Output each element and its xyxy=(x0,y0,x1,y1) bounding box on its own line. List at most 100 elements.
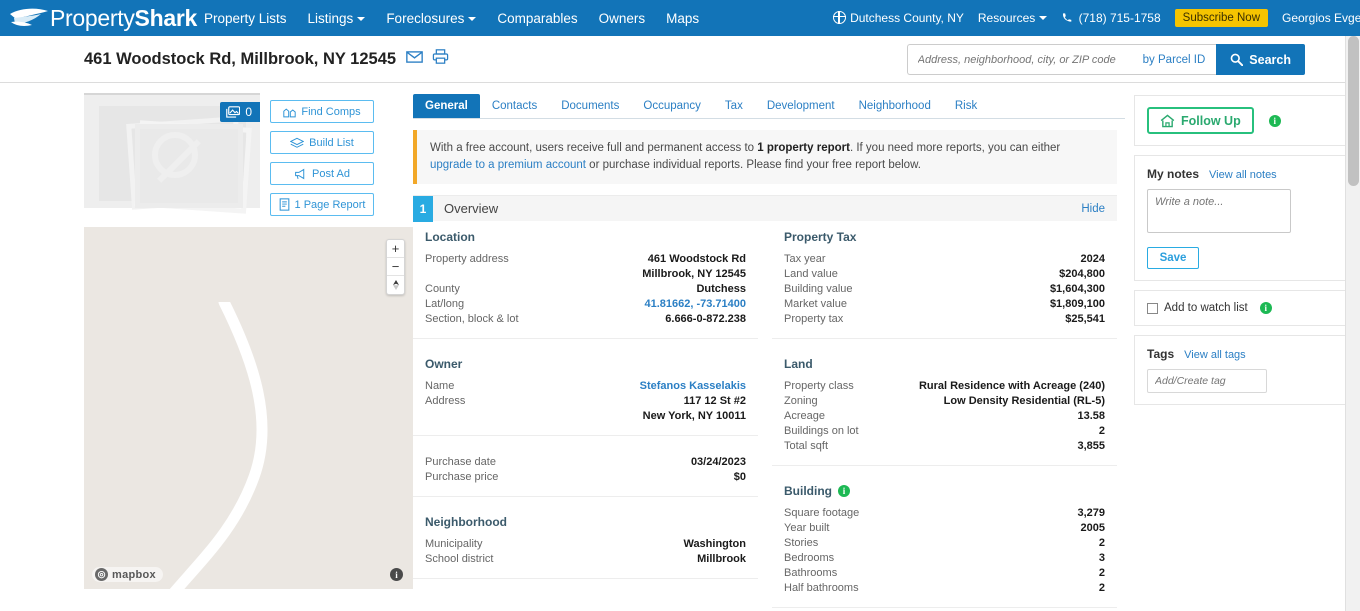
map-zoom-out-button[interactable]: − xyxy=(387,258,404,276)
property-map[interactable]: + − ◎ mapbox i xyxy=(84,227,413,589)
row-key: Acreage xyxy=(784,410,825,422)
table-row: Section, block & lot 6.666-0-872.238 xyxy=(425,312,746,327)
user-account-menu[interactable]: Georgios Evgenidi xyxy=(1282,11,1360,25)
land-title: Land xyxy=(784,357,813,371)
map-info-button[interactable]: i xyxy=(390,568,403,581)
row-value: Millbrook xyxy=(697,553,746,565)
nav-listings[interactable]: Listings xyxy=(308,11,366,26)
table-row: Municipality Washington xyxy=(425,537,746,552)
tab-general[interactable]: General xyxy=(413,94,480,118)
tab-risk[interactable]: Risk xyxy=(943,94,989,118)
follow-up-row: Follow Up i xyxy=(1147,107,1347,134)
photo-count-badge[interactable]: 0 xyxy=(220,102,260,122)
follow-up-panel: Follow Up i xyxy=(1134,95,1360,146)
row-value: $25,541 xyxy=(1065,313,1105,325)
build-list-button[interactable]: Build List xyxy=(270,131,374,154)
one-page-report-button[interactable]: 1 Page Report xyxy=(270,193,374,216)
note-input[interactable] xyxy=(1147,189,1291,233)
left-column: 0 Find Comps Build List Post Ad 1 Page R… xyxy=(0,83,413,589)
nav-maps[interactable]: Maps xyxy=(666,11,699,26)
shark-logo-icon xyxy=(8,5,50,31)
nav-owners[interactable]: Owners xyxy=(599,11,646,26)
table-row: Property class Rural Residence with Acre… xyxy=(784,379,1105,394)
neighborhood-panel: Neighborhood Municipality Washington Sch… xyxy=(413,506,758,579)
info-icon[interactable]: i xyxy=(838,485,850,497)
find-comps-button[interactable]: Find Comps xyxy=(270,100,374,123)
location-title: Location xyxy=(425,230,475,244)
watch-list-label: Add to watch list xyxy=(1164,302,1248,314)
address-bar: 461 Woodstock Rd, Millbrook, NY 12545 by… xyxy=(0,36,1360,83)
tag-input[interactable] xyxy=(1147,369,1267,393)
page-scrollbar[interactable] xyxy=(1345,36,1360,611)
nav-comparables[interactable]: Comparables xyxy=(497,11,577,26)
map-zoom-in-button[interactable]: + xyxy=(387,240,404,258)
row-key: Purchase price xyxy=(425,471,499,483)
row-key: Land value xyxy=(784,268,838,280)
table-row: Half bathrooms 2 xyxy=(784,581,1105,596)
row-key: Property class xyxy=(784,380,854,392)
save-note-button[interactable]: Save xyxy=(1147,247,1199,269)
property-photo-placeholder[interactable]: 0 xyxy=(84,93,260,214)
county-selector[interactable]: Dutchess County, NY xyxy=(832,10,964,25)
nav-property-lists[interactable]: Property Lists xyxy=(204,11,287,26)
row-value: 2 xyxy=(1098,582,1105,594)
post-ad-button[interactable]: Post Ad xyxy=(270,162,374,185)
view-all-tags-link[interactable]: View all tags xyxy=(1184,349,1246,361)
row-key: Market value xyxy=(784,298,847,310)
table-row: Name Stefanos Kasselakis xyxy=(425,379,746,394)
view-all-notes-link[interactable]: View all notes xyxy=(1209,169,1277,181)
phone-number[interactable]: (718) 715-1758 xyxy=(1061,11,1161,25)
table-row: School district Millbrook xyxy=(425,552,746,567)
owner-name-link[interactable]: Stefanos Kasselakis xyxy=(640,379,746,394)
top-navigation-bar: PropertyShark Property Lists Listings Fo… xyxy=(0,0,1360,36)
tab-development[interactable]: Development xyxy=(755,94,847,118)
row-key: Bedrooms xyxy=(784,552,835,564)
brand-logo-area[interactable]: PropertyShark xyxy=(8,5,204,32)
tab-contacts[interactable]: Contacts xyxy=(480,94,549,118)
search-button[interactable]: Search xyxy=(1216,44,1305,75)
row-value: Low Density Residential (RL-5) xyxy=(943,395,1105,407)
nav-foreclosures[interactable]: Foreclosures xyxy=(386,11,477,26)
search-input[interactable] xyxy=(906,44,1132,75)
watch-list-row[interactable]: Add to watch list i xyxy=(1147,302,1347,314)
printer-icon[interactable] xyxy=(432,49,449,69)
tab-documents[interactable]: Documents xyxy=(549,94,631,118)
subscribe-now-button[interactable]: Subscribe Now xyxy=(1174,9,1268,27)
search-area: by Parcel ID Search xyxy=(906,44,1305,75)
envelope-icon[interactable] xyxy=(406,50,423,68)
table-row: Acreage 13.58 xyxy=(784,409,1105,424)
watch-list-checkbox[interactable] xyxy=(1147,302,1158,314)
scrollbar-thumb[interactable] xyxy=(1348,36,1359,186)
row-value: 2005 xyxy=(1080,522,1105,534)
row-key: Bathrooms xyxy=(784,567,838,579)
row-key: Lat/long xyxy=(425,298,465,310)
mapbox-attribution[interactable]: ◎ mapbox xyxy=(92,567,163,582)
row-value: $1,809,100 xyxy=(1049,298,1105,310)
table-row: Tax year 2024 xyxy=(784,252,1105,267)
row-key: Zoning xyxy=(784,395,818,407)
tab-tax[interactable]: Tax xyxy=(713,94,755,118)
map-compass-icon[interactable] xyxy=(387,276,404,294)
row-key: Name xyxy=(425,380,455,392)
overview-section-header: 1 Overview Hide xyxy=(413,195,1117,222)
mapbox-logo-icon: ◎ xyxy=(95,568,108,581)
building-panel: Building i Square footage 3,279 Year buil… xyxy=(772,475,1117,608)
right-sidebar: Follow Up i My notes View all notes Save… xyxy=(1125,83,1360,414)
follow-up-info-icon[interactable]: i xyxy=(1268,114,1281,127)
latlong-link[interactable]: 41.81662, -73.71400 xyxy=(644,297,746,312)
follow-up-button[interactable]: Follow Up xyxy=(1147,107,1254,134)
overview-hide-link[interactable]: Hide xyxy=(1081,203,1105,215)
tab-occupancy[interactable]: Occupancy xyxy=(631,94,713,118)
watch-list-info-icon[interactable]: i xyxy=(1259,302,1272,314)
watch-list-panel: Add to watch list i xyxy=(1134,290,1360,326)
table-row: Bedrooms 3 xyxy=(784,551,1105,566)
row-key: Year built xyxy=(784,522,830,534)
upgrade-premium-link[interactable]: upgrade to a premium account xyxy=(430,159,586,171)
nav-resources[interactable]: Resources xyxy=(978,11,1048,25)
tags-panel: Tags View all tags xyxy=(1134,335,1360,405)
by-parcel-id-toggle[interactable]: by Parcel ID xyxy=(1131,44,1217,75)
row-key: County xyxy=(425,283,460,295)
overview-columns: Location Property address 461 Woodstock … xyxy=(413,221,1117,608)
tab-neighborhood[interactable]: Neighborhood xyxy=(847,94,943,118)
land-panel: Land Property class Rural Residence with… xyxy=(772,348,1117,466)
